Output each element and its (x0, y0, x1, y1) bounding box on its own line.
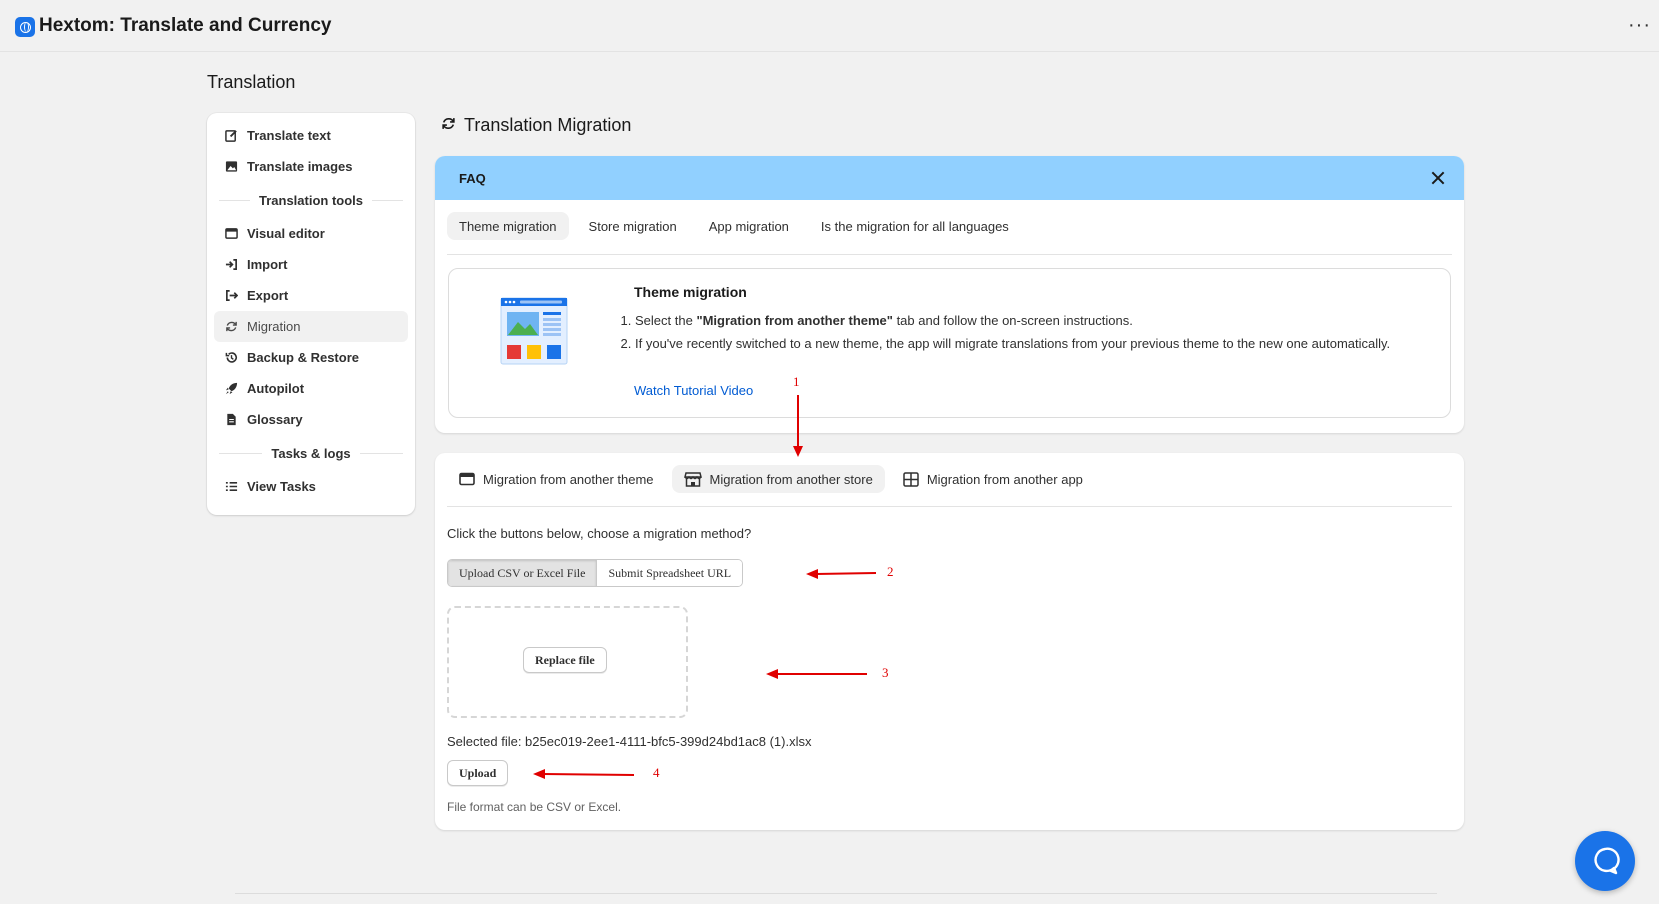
sidebar-item-translate-images[interactable]: Translate images (214, 151, 408, 182)
watch-tutorial-link[interactable]: Watch Tutorial Video (634, 383, 753, 398)
sidebar-item-glossary[interactable]: Glossary (214, 404, 408, 435)
sidebar: Translate text Translate images Translat… (207, 113, 415, 515)
sidebar-item-export[interactable]: Export (214, 280, 408, 311)
more-options-icon[interactable]: ··· (1628, 14, 1651, 37)
selected-file-text: Selected file: b25ec019-2ee1-4111-bfc5-3… (447, 734, 812, 749)
sidebar-item-view-tasks[interactable]: View Tasks (214, 471, 408, 502)
upload-button[interactable]: Upload (447, 760, 509, 786)
tab-store-migration[interactable]: Store migration (577, 212, 689, 240)
refresh-icon (224, 320, 238, 334)
store-icon (683, 471, 702, 487)
sidebar-item-label: Glossary (247, 412, 303, 427)
tab-migration-store[interactable]: Migration from another store (671, 465, 885, 493)
faq-content-panel: Theme migration Select the "Migration fr… (448, 268, 1451, 418)
sidebar-item-label: View Tasks (247, 479, 316, 494)
chat-icon (1594, 847, 1620, 875)
chat-button[interactable] (1575, 831, 1635, 891)
sidebar-item-backup-restore[interactable]: Backup & Restore (214, 342, 408, 373)
refresh-icon (441, 115, 456, 136)
replace-file-button[interactable]: Replace file (523, 647, 607, 673)
file-format-hint: File format can be CSV or Excel. (447, 800, 622, 814)
faq-steps-list: Select the "Migration from another theme… (619, 311, 1419, 357)
section-title-text: Translation Migration (464, 115, 632, 135)
sidebar-item-autopilot[interactable]: Autopilot (214, 373, 408, 404)
tab-app-migration[interactable]: App migration (697, 212, 801, 240)
sidebar-item-label: Backup & Restore (247, 350, 359, 365)
divider (447, 506, 1452, 507)
import-icon (224, 258, 238, 272)
tab-migration-app[interactable]: Migration from another app (891, 465, 1095, 493)
annotation-label: 4 (653, 765, 660, 780)
history-icon (224, 351, 238, 365)
theme-illustration-icon (500, 297, 568, 365)
faq-content-title: Theme migration (634, 284, 747, 300)
list-item: Select the "Migration from another theme… (635, 311, 1419, 331)
migration-prompt: Click the buttons below, choose a migrat… (447, 526, 752, 541)
rocket-icon (224, 382, 238, 396)
export-icon (224, 289, 238, 303)
migration-card: Migration from another theme Migration f… (435, 453, 1464, 830)
divider (235, 893, 1437, 894)
divider (447, 254, 1452, 255)
sidebar-item-label: Translate text (247, 128, 331, 143)
list-icon (224, 480, 238, 494)
sidebar-item-label: Visual editor (247, 226, 325, 241)
page-title: Translation (207, 72, 296, 92)
upload-file-method-button[interactable]: Upload CSV or Excel File (448, 560, 597, 586)
section-title: Translation Migration (441, 115, 631, 136)
sidebar-item-label: Import (247, 257, 288, 272)
faq-card: FAQ Theme migration Store migration App … (435, 156, 1464, 433)
sidebar-item-visual-editor[interactable]: Visual editor (214, 218, 408, 249)
edit-icon (224, 129, 238, 143)
annotation-label: 3 (882, 665, 889, 680)
migration-tabs: Migration from another theme Migration f… (447, 465, 1095, 493)
sidebar-group-translation-tools: Translation tools (219, 182, 403, 218)
close-icon[interactable] (1428, 168, 1448, 188)
file-dropzone[interactable]: Replace file (447, 606, 688, 718)
top-bar: Hextom: Translate and Currency ··· (0, 0, 1659, 52)
migration-method-toggle: Upload CSV or Excel File Submit Spreadsh… (447, 559, 744, 587)
list-item: If you've recently switched to a new the… (635, 334, 1419, 354)
sidebar-item-label: Migration (247, 319, 301, 334)
image-icon (224, 160, 238, 174)
window-icon (224, 227, 238, 241)
tab-all-languages[interactable]: Is the migration for all languages (809, 212, 1021, 240)
sidebar-item-migration[interactable]: Migration (214, 311, 408, 342)
apps-icon (903, 471, 919, 487)
tab-theme-migration[interactable]: Theme migration (447, 212, 569, 240)
sidebar-item-translate-text[interactable]: Translate text (214, 120, 408, 151)
document-icon (224, 413, 238, 427)
sidebar-item-label: Autopilot (247, 381, 305, 396)
globe-icon (15, 17, 35, 37)
sidebar-group-tasks-logs: Tasks & logs (219, 435, 403, 471)
annotation-label: 1 (793, 374, 800, 389)
annotation-label: 2 (887, 564, 894, 579)
sidebar-item-label: Translate images (247, 159, 353, 174)
sidebar-item-import[interactable]: Import (214, 249, 408, 280)
sidebar-item-label: Export (247, 288, 289, 303)
spreadsheet-url-method-button[interactable]: Submit Spreadsheet URL (596, 560, 743, 586)
window-icon (459, 472, 475, 486)
app-title: Hextom: Translate and Currency (39, 15, 332, 36)
faq-header-title: FAQ (459, 170, 486, 186)
faq-tabs: Theme migration Store migration App migr… (447, 212, 1021, 240)
faq-header: FAQ (435, 156, 1464, 200)
tab-migration-theme[interactable]: Migration from another theme (447, 465, 666, 493)
